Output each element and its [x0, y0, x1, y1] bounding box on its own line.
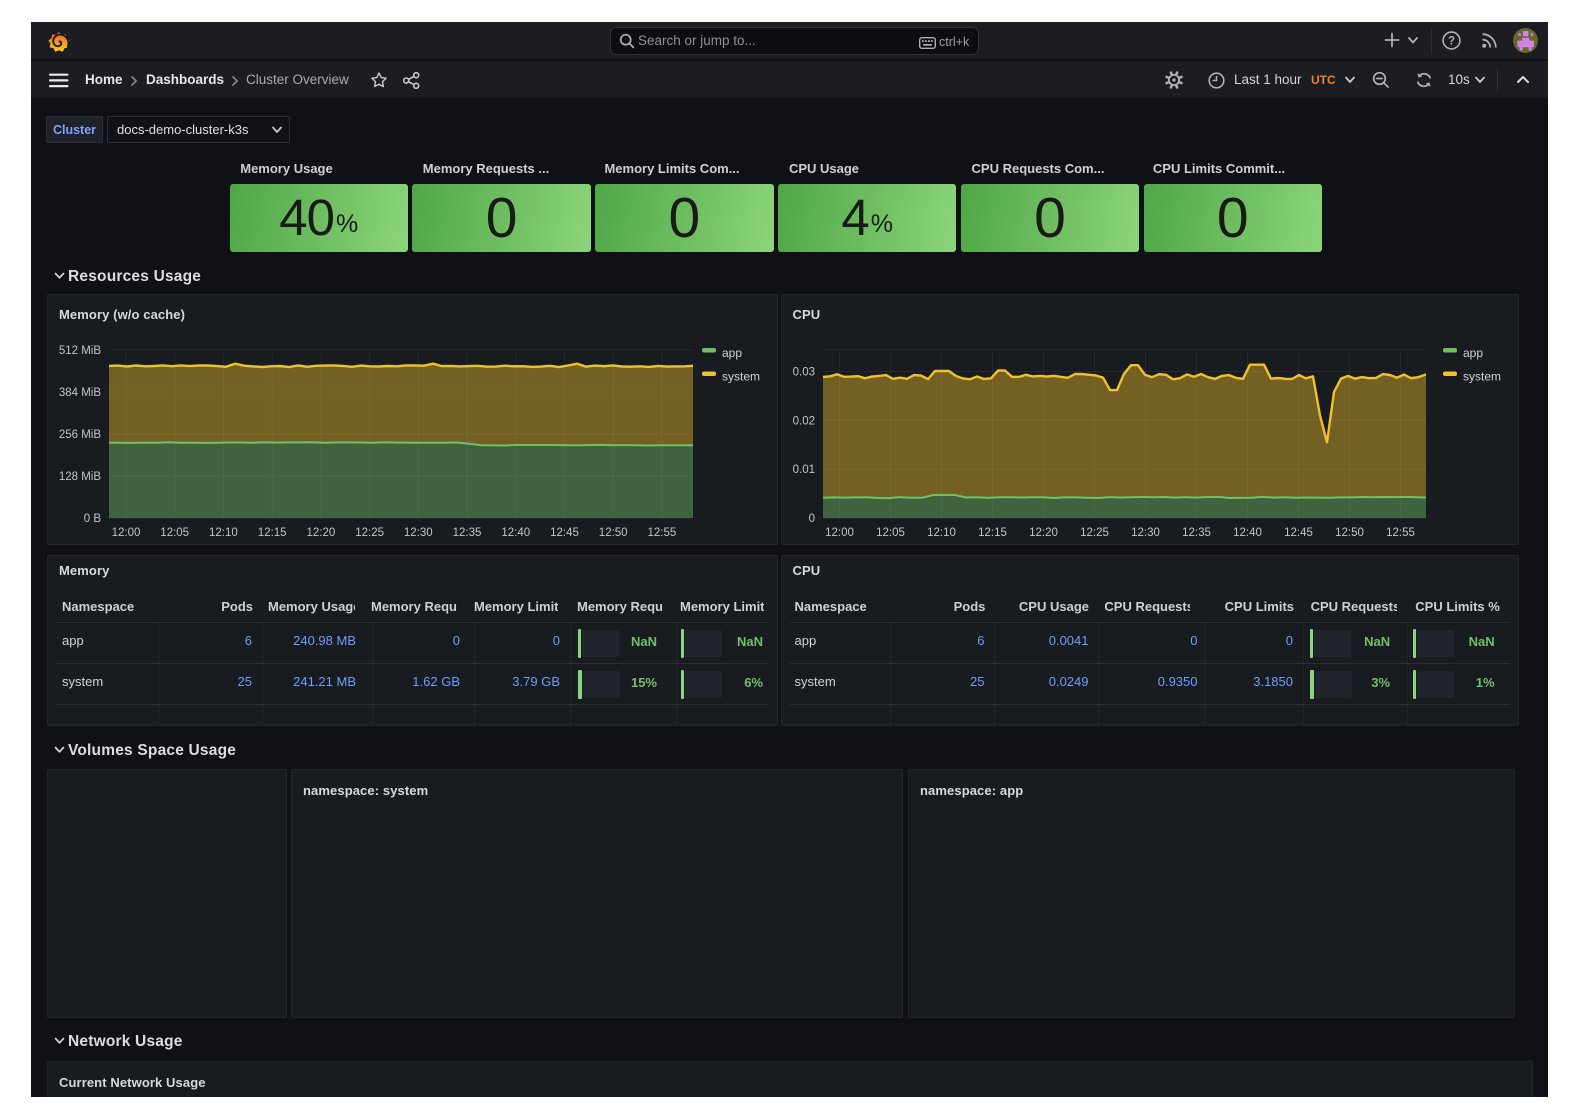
svg-text:12:05: 12:05 — [160, 527, 189, 539]
svg-text:app: app — [1463, 346, 1483, 360]
svg-text:12:15: 12:15 — [978, 527, 1007, 539]
svg-text:12:35: 12:35 — [453, 527, 482, 539]
svg-text:12:05: 12:05 — [876, 527, 905, 539]
svg-text:12:40: 12:40 — [501, 527, 530, 539]
svg-text:12:10: 12:10 — [209, 527, 238, 539]
svg-text:12:10: 12:10 — [927, 527, 956, 539]
svg-text:0.03: 0.03 — [792, 367, 814, 379]
svg-text:12:55: 12:55 — [1386, 527, 1415, 539]
svg-text:0.02: 0.02 — [792, 415, 814, 427]
svg-text:12:25: 12:25 — [355, 527, 384, 539]
svg-text:512 MiB: 512 MiB — [59, 345, 102, 357]
svg-text:12:35: 12:35 — [1182, 527, 1211, 539]
svg-text:12:15: 12:15 — [258, 527, 287, 539]
svg-text:12:00: 12:00 — [112, 527, 141, 539]
svg-text:12:40: 12:40 — [1233, 527, 1262, 539]
svg-text:12:20: 12:20 — [307, 527, 336, 539]
svg-text:12:55: 12:55 — [648, 527, 677, 539]
svg-text:system: system — [1463, 370, 1501, 384]
svg-text:0.01: 0.01 — [792, 464, 814, 476]
svg-text:128 MiB: 128 MiB — [59, 471, 102, 483]
svg-text:system: system — [722, 370, 760, 384]
svg-text:?: ? — [1448, 35, 1455, 47]
svg-text:0 B: 0 B — [84, 513, 102, 525]
svg-text:12:50: 12:50 — [599, 527, 628, 539]
svg-text:12:45: 12:45 — [1284, 527, 1313, 539]
svg-text:384 MiB: 384 MiB — [59, 387, 102, 399]
svg-text:12:20: 12:20 — [1029, 527, 1058, 539]
svg-text:12:25: 12:25 — [1080, 527, 1109, 539]
svg-text:12:30: 12:30 — [1131, 527, 1160, 539]
svg-text:12:30: 12:30 — [404, 527, 433, 539]
svg-text:12:45: 12:45 — [550, 527, 579, 539]
svg-text:256 MiB: 256 MiB — [59, 429, 102, 441]
svg-text:12:00: 12:00 — [825, 527, 854, 539]
svg-text:12:50: 12:50 — [1335, 527, 1364, 539]
svg-text:0: 0 — [808, 513, 814, 525]
svg-text:app: app — [722, 346, 742, 360]
